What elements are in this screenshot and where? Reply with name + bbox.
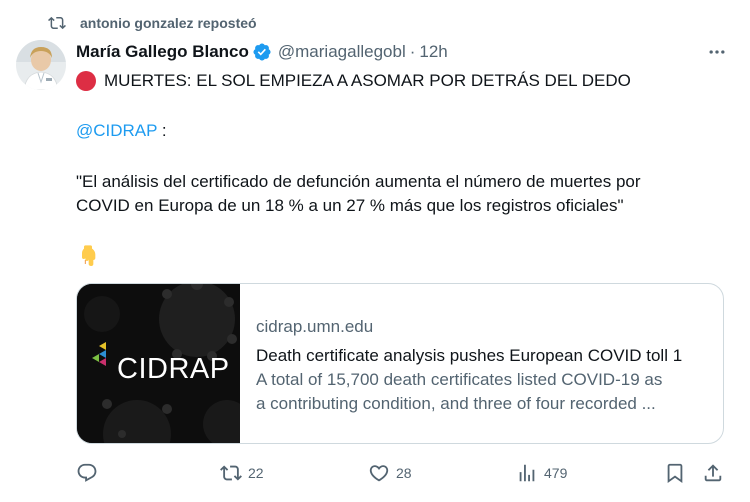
repost-text: antonio gonzalez reposteó: [80, 15, 257, 31]
share-button[interactable]: [702, 460, 724, 486]
repost-icon: [48, 16, 66, 30]
card-title: Death certificate analysis pushes Europe…: [256, 346, 683, 365]
views-button[interactable]: 479: [516, 460, 567, 486]
tweet-line-1: MUERTES: EL SOL EMPIEZA A ASOMAR POR DET…: [76, 69, 631, 93]
card-info: cidrap.umn.edu Death certificate analysi…: [240, 284, 682, 443]
card-domain: cidrap.umn.edu: [256, 317, 374, 336]
card-image: CIDRAP: [77, 284, 240, 443]
views-chart-icon: [519, 464, 535, 482]
author-name[interactable]: María Gallego Blanco: [76, 42, 249, 62]
link-card[interactable]: CIDRAP cidrap.umn.edu Death certificate …: [76, 283, 724, 444]
bookmark-icon: [667, 463, 683, 484]
tweet-quote-line-1: "El análisis del certificado de defunció…: [76, 172, 641, 191]
avatar-photo: [16, 40, 66, 90]
red-circle-icon: [76, 71, 96, 91]
card-logo-text: CIDRAP: [117, 353, 230, 385]
more-options-icon[interactable]: [706, 42, 728, 62]
verified-badge-icon: [253, 43, 271, 61]
repost-button[interactable]: 22: [220, 460, 264, 486]
reply-button[interactable]: [76, 460, 104, 486]
mention-link[interactable]: @CIDRAP: [76, 121, 157, 140]
tweet-quote-line-2: COVID en Europa de un 18 % a un 27 % más…: [76, 196, 624, 215]
separator-dot: ·: [409, 42, 416, 61]
reply-icon: [77, 463, 97, 482]
action-bar: 22 28 479: [76, 460, 726, 486]
like-button[interactable]: 28: [368, 460, 412, 486]
card-description-line-2: a contributing condition, and three of f…: [256, 394, 656, 413]
share-icon: [704, 464, 722, 482]
bookmark-button[interactable]: [664, 460, 686, 486]
views-count: 479: [544, 465, 568, 481]
tweet-headline: MUERTES: EL SOL EMPIEZA A ASOMAR POR DET…: [104, 71, 631, 90]
mention-suffix: :: [157, 121, 167, 140]
heart-icon: [369, 465, 389, 482]
tweet-header: María Gallego Blanco @mariagallegobl · 1…: [76, 40, 448, 64]
tweet-time[interactable]: 12h: [419, 42, 447, 62]
pointing-down-icon: [82, 245, 96, 266]
like-count: 28: [396, 465, 412, 481]
author-handle[interactable]: @mariagallegobl: [278, 42, 406, 62]
card-description-line-1: A total of 15,700 death certificates lis…: [256, 370, 663, 389]
avatar[interactable]: [16, 40, 66, 90]
repost-count: 22: [248, 465, 264, 481]
repost-context[interactable]: antonio gonzalez reposteó: [48, 12, 257, 34]
repost-action-icon: [220, 465, 242, 481]
tweet-mention-line: @CIDRAP :: [76, 119, 167, 143]
